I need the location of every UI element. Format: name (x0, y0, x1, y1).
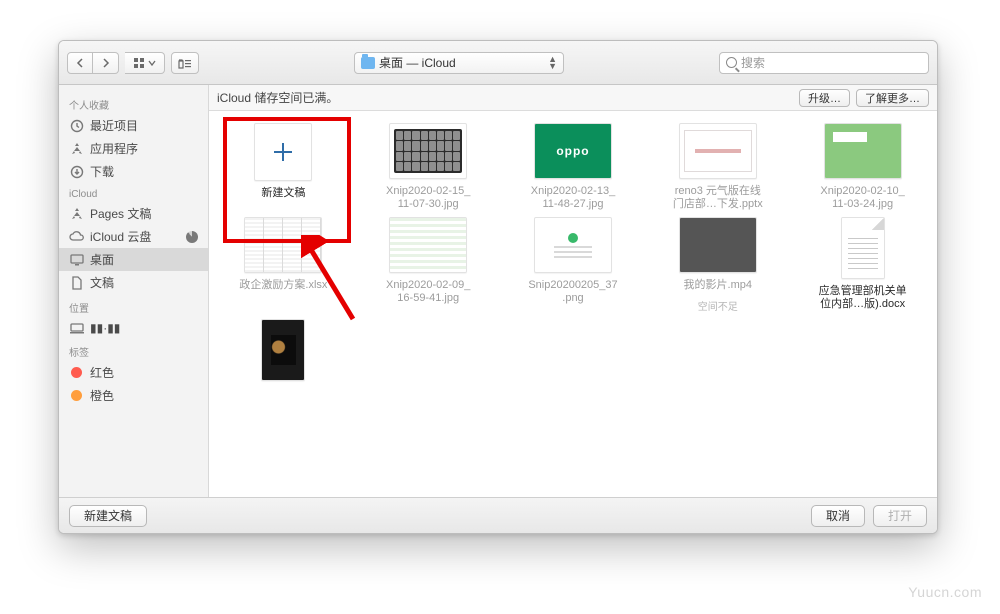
tag-icon (69, 365, 84, 380)
sidebar-item-label: 桌面 (90, 251, 114, 268)
icloud-storage-notice: iCloud 储存空间已满。 升级… 了解更多… (209, 85, 937, 111)
sidebar-item[interactable]: 文稿 (59, 271, 208, 294)
file-grid-scroll[interactable]: 新建文稿 Xnip2020-02-15_ 11-07-30.jpg oppo Xnip… (209, 111, 937, 497)
sidebar[interactable]: 个人收藏最近项目应用程序下载 iCloud Pages 文稿 iCloud 云盘桌面文… (59, 85, 209, 497)
sidebar-item-label: 应用程序 (90, 140, 138, 157)
file-label: Xnip2020-02-09_ 16-59-41.jpg (386, 279, 470, 305)
desktop-icon (69, 252, 84, 267)
file-item[interactable]: 政企激励方案.xlsx (213, 217, 354, 313)
sidebar-section-header: iCloud (59, 183, 208, 202)
watermark: Yuucn.com (908, 584, 982, 600)
search-field[interactable]: 搜索 (719, 52, 929, 74)
sidebar-item-label: ▮▮·▮▮ (90, 321, 120, 335)
search-icon (726, 57, 737, 68)
file-label: 我的影片.mp4 (684, 279, 752, 292)
popup-chevrons-icon: ▲▼ (548, 56, 557, 70)
sidebar-section-header: 个人收藏 (59, 91, 208, 114)
bottom-bar: 新建文稿 取消 打开 (59, 497, 937, 533)
search-placeholder: 搜索 (741, 54, 765, 71)
sidebar-item[interactable]: ▮▮·▮▮ (59, 317, 208, 338)
sidebar-item-label: 红色 (90, 364, 114, 381)
computer-icon (69, 320, 84, 335)
sidebar-section-header: 标签 (59, 338, 208, 361)
folder-icon (361, 57, 375, 69)
file-thumbnail[interactable]: oppo (534, 123, 612, 179)
file-sublabel: 空间不足 (698, 298, 738, 313)
file-item[interactable]: Xnip2020-02-09_ 16-59-41.jpg (358, 217, 499, 313)
sidebar-item-label: 最近项目 (90, 117, 138, 134)
cancel-button[interactable]: 取消 (811, 505, 865, 527)
new-document-button[interactable]: 新建文稿 (69, 505, 147, 527)
notice-text: iCloud 储存空间已满。 (217, 89, 338, 106)
path-label: 桌面 — iCloud (379, 54, 456, 71)
sidebar-item-label: 文稿 (90, 274, 114, 291)
file-thumbnail[interactable] (261, 319, 305, 381)
sidebar-item[interactable]: iCloud 云盘 (59, 225, 208, 248)
file-label: 新建文稿 (261, 187, 305, 200)
sidebar-item[interactable]: 应用程序 (59, 137, 208, 160)
doc-icon (69, 275, 84, 290)
finder-open-dialog: 桌面 — iCloud ▲▼ 搜索 个人收藏最近项目应用程序下载 iCloud Pa… (58, 40, 938, 534)
file-item[interactable]: 我的影片.mp4 空间不足 (647, 217, 788, 313)
sidebar-item[interactable]: 下载 (59, 160, 208, 183)
file-grid: 新建文稿 Xnip2020-02-15_ 11-07-30.jpg oppo Xnip… (209, 111, 937, 411)
file-label: 政企激励方案.xlsx (239, 279, 327, 292)
sidebar-item[interactable]: 最近项目 (59, 114, 208, 137)
back-button[interactable] (67, 52, 93, 74)
file-thumbnail[interactable] (824, 123, 902, 179)
sidebar-item[interactable]: Pages 文稿 (59, 202, 208, 225)
sidebar-item-label: iCloud 云盘 (90, 228, 151, 245)
main-pane: iCloud 储存空间已满。 升级… 了解更多… 新建文稿 Xnip2020-02… (209, 85, 937, 497)
learn-more-button[interactable]: 了解更多… (856, 89, 929, 107)
file-item[interactable]: Xnip2020-02-10_ 11-03-24.jpg (792, 123, 933, 211)
file-thumbnail[interactable] (679, 217, 757, 273)
toolbar: 桌面 — iCloud ▲▼ 搜索 (59, 41, 937, 85)
sidebar-item-label: Pages 文稿 (90, 205, 151, 222)
dialog-body: 个人收藏最近项目应用程序下载 iCloud Pages 文稿 iCloud 云盘桌面文… (59, 85, 937, 497)
file-thumbnail[interactable] (254, 123, 312, 181)
file-item[interactable]: reno3 元气版在线 门店部…下发.pptx (647, 123, 788, 211)
file-thumbnail[interactable] (679, 123, 757, 179)
file-label: Xnip2020-02-15_ 11-07-30.jpg (386, 185, 470, 211)
apps-icon (69, 141, 84, 156)
forward-button[interactable] (93, 52, 119, 74)
file-label: 应急管理部机关单 位内部…版).docx (819, 285, 907, 311)
file-label: Snip20200205_37 .png (528, 279, 617, 305)
file-thumbnail[interactable] (841, 217, 885, 279)
file-item[interactable]: oppo Xnip2020-02-13_ 11-48-27.jpg (503, 123, 644, 211)
recents-icon (69, 118, 84, 133)
group-button[interactable] (171, 52, 199, 74)
open-button[interactable]: 打开 (873, 505, 927, 527)
file-item[interactable]: 新建文稿 (213, 123, 354, 211)
sidebar-item[interactable]: 桌面 (59, 248, 208, 271)
file-thumbnail[interactable] (389, 123, 467, 179)
nav-back-forward (67, 52, 119, 74)
view-icons-button[interactable] (125, 52, 165, 74)
sidebar-item[interactable]: 橙色 (59, 384, 208, 407)
storage-pie-icon (186, 231, 198, 243)
file-item[interactable] (213, 319, 354, 387)
view-switch (125, 52, 165, 74)
apps-icon (69, 206, 84, 221)
sidebar-section-header: 位置 (59, 294, 208, 317)
tag-icon (69, 388, 84, 403)
file-label: Xnip2020-02-10_ 11-03-24.jpg (820, 185, 904, 211)
sidebar-item[interactable]: 红色 (59, 361, 208, 384)
path-popup[interactable]: 桌面 — iCloud ▲▼ (354, 52, 564, 74)
file-item[interactable]: 应急管理部机关单 位内部…版).docx (792, 217, 933, 313)
file-label: reno3 元气版在线 门店部…下发.pptx (673, 185, 763, 211)
file-thumbnail[interactable] (389, 217, 467, 273)
sidebar-item-label: 下载 (90, 163, 114, 180)
file-label: Xnip2020-02-13_ 11-48-27.jpg (531, 185, 615, 211)
file-item[interactable]: Xnip2020-02-15_ 11-07-30.jpg (358, 123, 499, 211)
file-thumbnail[interactable] (534, 217, 612, 273)
downloads-icon (69, 164, 84, 179)
file-item[interactable]: Snip20200205_37 .png (503, 217, 644, 313)
cloud-icon (69, 229, 84, 244)
file-thumbnail[interactable] (244, 217, 322, 273)
sidebar-item-label: 橙色 (90, 387, 114, 404)
upgrade-button[interactable]: 升级… (799, 89, 850, 107)
